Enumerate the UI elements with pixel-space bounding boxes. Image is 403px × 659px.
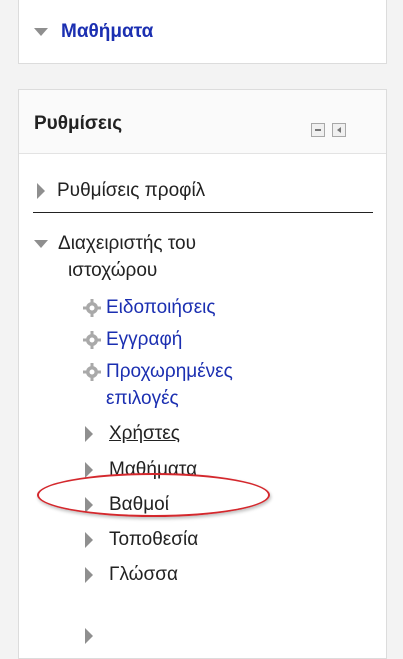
dock-block-icon[interactable] — [332, 123, 346, 137]
tree-item-profile-settings[interactable]: Ρυθμίσεις προφίλ — [37, 178, 205, 204]
settings-block: Ρυθμίσεις Ρυθμίσεις προφίλ Διαχειριστής … — [18, 89, 387, 659]
courses-link[interactable]: Μαθήματα — [61, 19, 153, 45]
tree-item-site-admin[interactable]: Διαχειριστής του — [34, 231, 196, 257]
location-label[interactable]: Τοποθεσία — [109, 527, 198, 553]
gear-icon — [83, 363, 101, 381]
notifications-link[interactable]: Ειδοποιήσεις — [106, 295, 216, 321]
advanced-features-link-line2[interactable]: επιλογές — [106, 386, 179, 412]
site-admin-label-line2[interactable]: ιστοχώρου — [68, 258, 157, 284]
gear-icon — [83, 331, 101, 349]
profile-settings-label[interactable]: Ρυθμίσεις προφίλ — [57, 178, 205, 204]
expand-arrow-icon[interactable] — [85, 426, 93, 442]
expand-arrow-icon[interactable] — [85, 567, 93, 583]
courses-block-row[interactable]: Μαθήματα — [34, 19, 153, 45]
settings-block-header: Ρυθμίσεις — [19, 90, 386, 154]
minimize-block-icon[interactable] — [311, 123, 325, 137]
tree-item-advanced-features[interactable]: Προχωρημένες — [83, 359, 233, 385]
courses-block: Μαθήματα — [18, 0, 387, 64]
collapse-arrow-icon[interactable] — [34, 240, 48, 248]
tree-item-advanced-features-cont[interactable]: επιλογές — [106, 386, 179, 412]
expand-arrow-icon[interactable] — [37, 183, 45, 199]
tree-item-partial[interactable] — [85, 628, 93, 644]
expand-arrow-icon[interactable] — [85, 532, 93, 548]
divider — [33, 212, 373, 213]
tree-item-location[interactable]: Τοποθεσία — [85, 527, 198, 553]
gear-icon — [83, 299, 101, 317]
tree-item-registration[interactable]: Εγγραφή — [83, 327, 182, 353]
tree-item-users[interactable]: Χρήστες — [85, 421, 180, 447]
site-admin-label-line1[interactable]: Διαχειριστής του — [58, 231, 196, 257]
collapse-arrow-icon[interactable] — [34, 28, 48, 36]
language-label[interactable]: Γλώσσα — [109, 562, 178, 588]
settings-block-title: Ρυθμίσεις — [34, 113, 123, 134]
highlight-ellipse — [37, 473, 270, 517]
tree-item-notifications[interactable]: Ειδοποιήσεις — [83, 295, 216, 321]
tree-item-site-admin-cont[interactable]: ιστοχώρου — [68, 258, 157, 284]
registration-link[interactable]: Εγγραφή — [106, 327, 182, 353]
advanced-features-link-line1[interactable]: Προχωρημένες — [106, 359, 233, 385]
users-label[interactable]: Χρήστες — [109, 421, 180, 447]
tree-item-language[interactable]: Γλώσσα — [85, 562, 178, 588]
expand-arrow-icon[interactable] — [85, 628, 93, 644]
